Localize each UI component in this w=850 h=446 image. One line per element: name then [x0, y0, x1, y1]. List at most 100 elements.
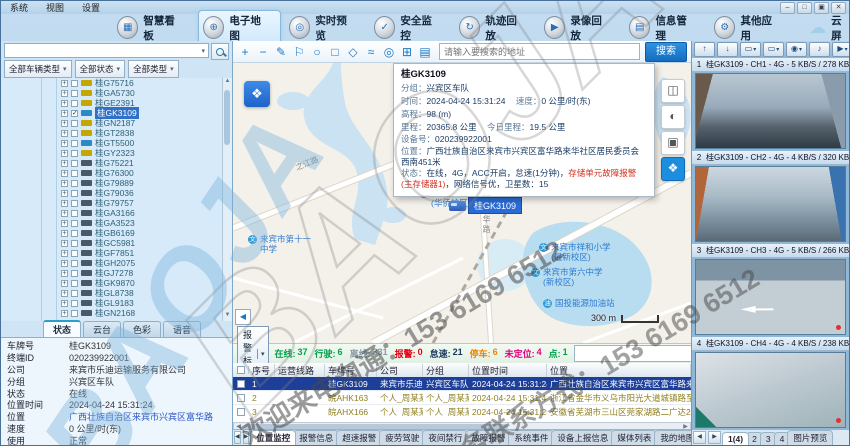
vehicle-checkbox[interactable]	[71, 230, 78, 237]
map-tool-icon[interactable]: ▤	[417, 45, 433, 59]
table-row[interactable]: 1 桂GK3109 来宾市乐迪运输服务有限公司 兴宾区车队 2024-04-24…	[233, 377, 691, 391]
camera-video[interactable]	[695, 166, 846, 242]
camera-tool-button[interactable]: ◉	[786, 42, 807, 57]
vehicle-checkbox[interactable]	[71, 190, 78, 197]
bottom-tab[interactable]: 我的地图	[654, 430, 691, 445]
vehicle-checkbox[interactable]	[71, 140, 78, 147]
expand-icon[interactable]: +	[61, 290, 68, 297]
nav-item[interactable]: ◎ 实时预览	[285, 11, 366, 45]
vehicle-checkbox[interactable]	[71, 280, 78, 287]
menu-item[interactable]: 视图	[37, 1, 73, 14]
tabs-scroll-left[interactable]: ◀	[693, 431, 706, 444]
row-checkbox[interactable]	[237, 380, 245, 388]
expand-icon[interactable]: +	[61, 210, 68, 217]
expand-icon[interactable]: +	[61, 140, 68, 147]
menu-item[interactable]: 设置	[73, 1, 109, 14]
bottom-tab[interactable]: 媒体列表	[611, 430, 657, 445]
tabs-scroll-right[interactable]: ▶	[708, 431, 721, 444]
expand-icon[interactable]: +	[61, 280, 68, 287]
chevron-down-icon[interactable]: ▾	[198, 47, 208, 55]
expand-icon[interactable]: +	[61, 200, 68, 207]
vehicle-checkbox[interactable]	[71, 240, 78, 247]
vehicle-marker[interactable]: 桂GK3109	[449, 197, 522, 214]
map-tool-icon[interactable]: ⊞	[399, 45, 415, 59]
expand-icon[interactable]: +	[61, 270, 68, 277]
map-poi[interactable]: 油 国投能源加油站	[543, 299, 615, 309]
column-header[interactable]: 运营线路	[275, 364, 325, 377]
vehicle-checkbox[interactable]	[71, 90, 78, 97]
expand-icon[interactable]: +	[61, 220, 68, 227]
scrollbar[interactable]: ▲ ▼	[222, 78, 232, 321]
vehicle-checkbox[interactable]	[71, 270, 78, 277]
column-header[interactable]: 位置	[547, 364, 691, 377]
popup-action-icon[interactable]: ▶	[401, 192, 409, 197]
column-header[interactable]: 车牌号	[325, 364, 377, 377]
camera-tool-button[interactable]: ↑	[694, 42, 715, 57]
expand-icon[interactable]: +	[61, 300, 68, 307]
bottom-tab[interactable]: 报警信息	[293, 430, 339, 445]
address-search-button[interactable]: 搜索	[645, 42, 687, 62]
camera-video[interactable]	[695, 352, 846, 428]
vehicle-checkbox[interactable]	[71, 210, 78, 217]
vehicle-checkbox[interactable]	[71, 220, 78, 227]
nav-item[interactable]: ▶ 录像回放	[540, 11, 621, 45]
detail-tab[interactable]: 云台	[83, 321, 121, 337]
bottom-tab[interactable]: 超速报警	[336, 430, 382, 445]
map-poi[interactable]: 文 来宾市第十一 中学	[248, 235, 334, 255]
map-layer-button[interactable]: ❖	[661, 157, 685, 181]
vehicle-checkbox[interactable]	[71, 150, 78, 157]
expand-icon[interactable]: +	[61, 250, 68, 257]
expand-icon[interactable]: +	[61, 310, 68, 317]
column-header[interactable]: 序号	[249, 364, 275, 377]
expand-icon[interactable]: +	[61, 170, 68, 177]
map-poi[interactable]: 文 来宾市第六中学 (新校区)	[531, 268, 603, 288]
vehicle-checkbox[interactable]	[71, 180, 78, 187]
nav-item[interactable]: ▦ 智慧看板	[113, 11, 194, 45]
expand-icon[interactable]: +	[61, 260, 68, 267]
vehicle-checkbox[interactable]	[71, 290, 78, 297]
bottom-tab[interactable]: 系统事件	[508, 430, 554, 445]
camera-tool-button[interactable]: ▭	[763, 42, 784, 57]
detail-tab[interactable]: 语音	[163, 321, 201, 337]
map-layer-button[interactable]: ◫	[661, 79, 685, 103]
column-header[interactable]: 位置时间	[469, 364, 547, 377]
popup-action-icon[interactable]: ⊞	[520, 192, 529, 197]
map-tool-icon[interactable]: ○	[309, 45, 325, 59]
scroll-up-icon[interactable]: ▲	[223, 78, 232, 87]
bottom-tab[interactable]: 夜间禁行	[422, 430, 468, 445]
filter-dropdown[interactable]: 全部类型 ▾	[128, 60, 179, 78]
bottom-tab[interactable]: 疲劳驾驶	[379, 430, 425, 445]
vehicle-checkbox[interactable]	[71, 80, 78, 87]
detail-tab[interactable]: 状态	[43, 320, 81, 337]
vehicle-checkbox[interactable]	[71, 120, 78, 127]
vehicle-checkbox[interactable]	[71, 100, 78, 107]
filter-dropdown[interactable]: 全部状态 ▾	[75, 60, 126, 78]
map-tool-icon[interactable]: +	[237, 45, 253, 59]
map-tool-icon[interactable]: ✎	[273, 45, 289, 59]
expand-icon[interactable]: +	[61, 160, 68, 167]
vehicle-checkbox[interactable]	[71, 170, 78, 177]
vehicle-search-button[interactable]	[211, 43, 229, 60]
row-checkbox[interactable]	[237, 394, 245, 402]
select-all-checkbox[interactable]	[237, 366, 245, 374]
camera-tool-button[interactable]: ↓	[717, 42, 738, 57]
expand-icon[interactable]: +	[61, 90, 68, 97]
map-layer-button[interactable]: ▣	[661, 131, 685, 155]
camera-video[interactable]	[695, 73, 846, 149]
scroll-down-icon[interactable]: ▼	[223, 312, 232, 321]
expand-icon[interactable]: +	[61, 100, 68, 107]
map-tool-icon[interactable]: −	[255, 45, 271, 59]
vehicle-checkbox[interactable]	[71, 130, 78, 137]
collapse-panel-button[interactable]: ◀	[235, 309, 251, 325]
map-tool-icon[interactable]: □	[327, 45, 343, 59]
popup-action-icon[interactable]: ∩	[442, 192, 450, 197]
nav-item[interactable]: ↻ 轨迹回放	[455, 11, 536, 45]
vehicle-checkbox[interactable]	[71, 160, 78, 167]
nav-item[interactable]: ✓ 安全监控	[370, 11, 451, 45]
map-canvas[interactable]: 之江路 富华路 文 来宾市第十一 中学 文 来宾市兴宾小学	[233, 63, 691, 343]
vehicle-checkbox[interactable]	[71, 200, 78, 207]
map-tool-icon[interactable]: ◎	[381, 45, 397, 59]
status-filter-input[interactable]	[574, 345, 697, 362]
vehicle-row[interactable]: + 桂GN2168	[1, 308, 232, 318]
camera-tool-button[interactable]: ▶	[832, 42, 850, 57]
